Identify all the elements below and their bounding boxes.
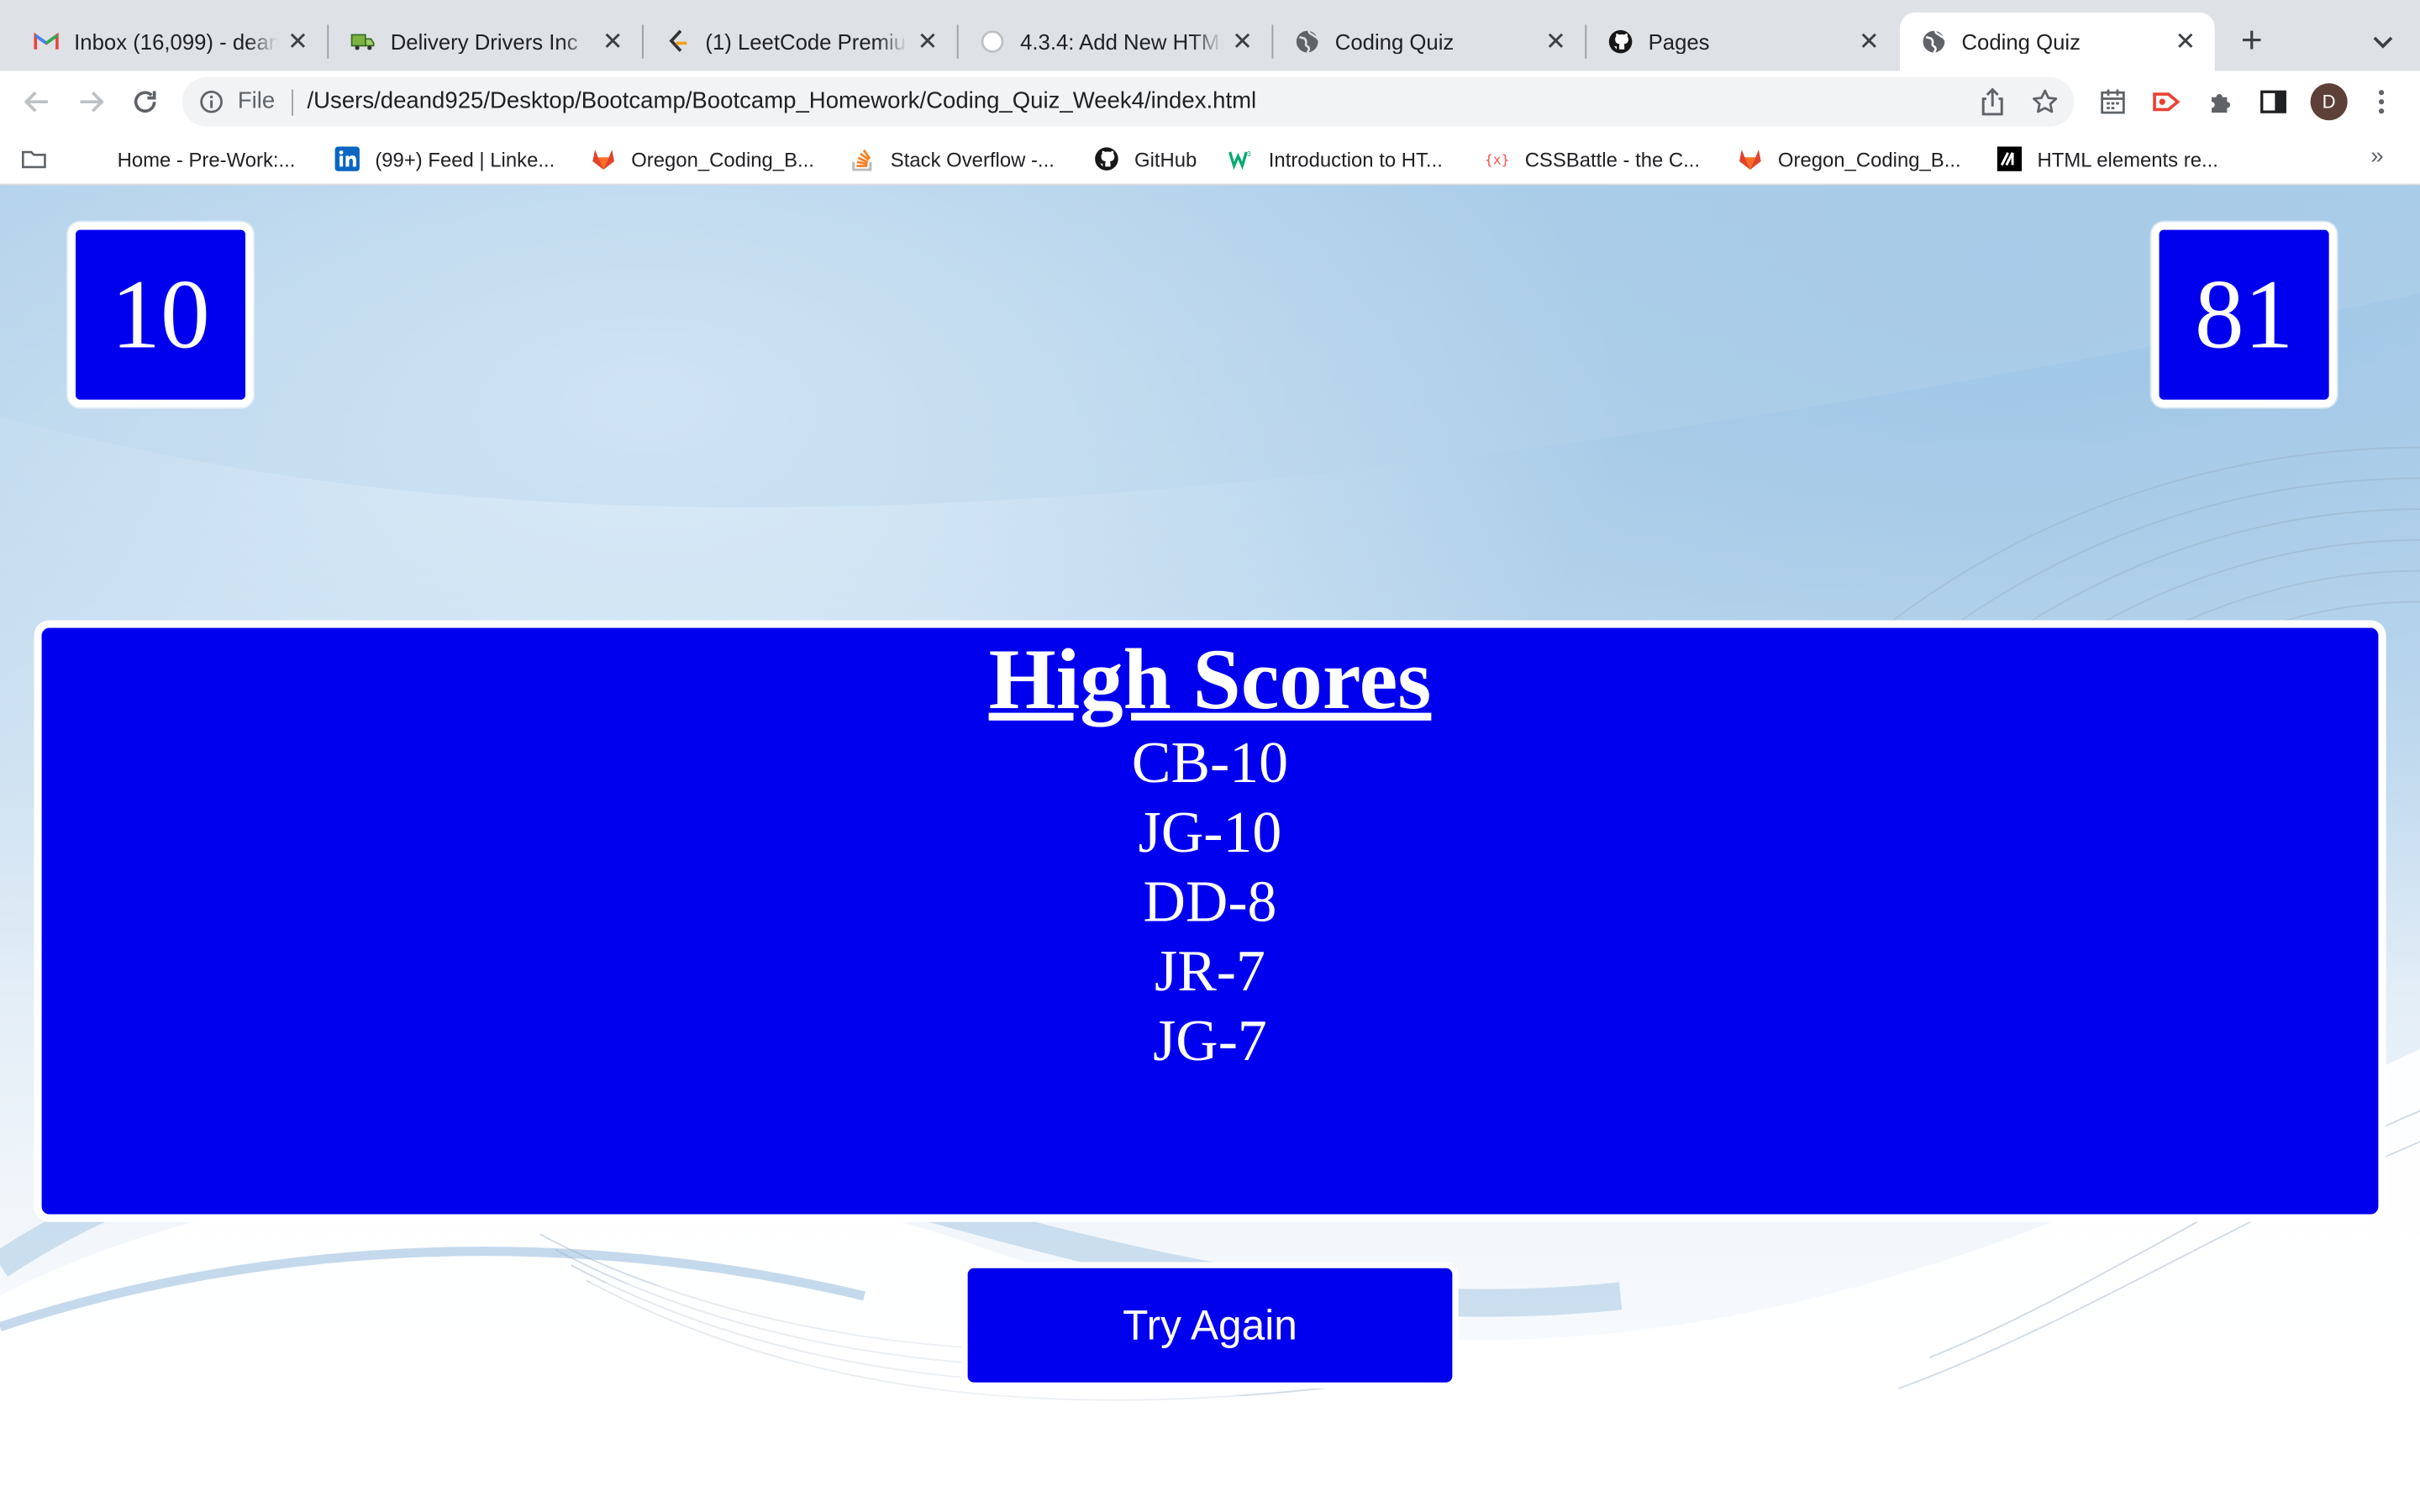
svg-text:3: 3 [1247,150,1251,158]
svg-text:{x}: {x} [1485,152,1509,168]
tab-title: Inbox (16,099) - dean [74,29,278,55]
bookmark-label: Stack Overflow -... [890,147,1055,171]
bookmarks-folder-button[interactable] [22,144,62,175]
github-icon [1608,29,1633,54]
calendar-extension-icon[interactable] [2096,85,2129,118]
bookmark-item[interactable]: GitHub [1094,144,1197,175]
bookmark-item[interactable]: 3 Introduction to HT... [1228,144,1443,175]
gmail-icon [34,29,59,54]
cssbattle-icon: {x} [1485,146,1509,171]
mdn-icon [1996,146,2023,171]
url-text[interactable]: /Users/deand925/Desktop/Bootcamp/Bootcam… [308,88,1257,114]
leetcode-icon [666,29,690,54]
bookmark-item[interactable]: Home - Pre-Work:... [118,144,296,175]
bookmark-label: Introduction to HT... [1268,147,1443,171]
bookmark-item[interactable]: Oregon_Coding_B... [1738,144,1961,175]
bookmark-item[interactable]: {x} CSSBattle - the C... [1485,144,1700,175]
globe-icon [1295,29,1319,54]
omnibox-divider [292,89,293,116]
tab-gmail[interactable]: Inbox (16,099) - dean ✕ [13,13,328,71]
close-icon[interactable]: ✕ [1855,28,1883,55]
tab-strip: Inbox (16,099) - dean ✕ Delivery Drivers… [0,0,2420,71]
score-counter: 10 [67,222,254,407]
w3schools-icon: 3 [1228,146,1253,171]
close-icon[interactable]: ✕ [599,28,627,55]
url-scheme: File [237,87,276,114]
tab-title: Coding Quiz [1334,29,1455,55]
bookmark-item[interactable]: HTML elements re... [1996,144,2218,175]
close-icon[interactable]: ✕ [284,28,312,55]
screencast-extension-icon[interactable] [2150,85,2184,118]
bookmarks-overflow-button[interactable]: » [2370,144,2383,170]
tab-coding-quiz[interactable]: Coding Quiz ✕ [1273,13,1585,71]
bookmark-label: Oregon_Coding_B... [1777,147,1961,171]
back-button[interactable] [15,81,58,123]
high-score-entry: JG-10 [1138,801,1282,866]
tab-coding-quiz-active[interactable]: Coding Quiz ✕ [1900,12,2215,71]
high-scores-list: CB-10 JG-10 DD-8 JR-7 JG-7 [42,730,2379,1077]
reload-button[interactable] [124,81,166,123]
high-score-entry: JR-7 [1155,939,1265,1005]
forward-button[interactable] [70,81,113,123]
bookmark-label: (99+) Feed | Linke... [375,147,555,171]
timer-counter: 81 [2151,222,2337,407]
close-icon[interactable]: ✕ [1228,28,1256,55]
bookmarks-bar: Home - Pre-Work:... (99+) Feed | Linke..… [0,132,2420,186]
github-icon [1094,146,1118,171]
high-score-entry: CB-10 [1131,731,1289,796]
address-bar[interactable]: File /Users/deand925/Desktop/Bootcamp/Bo… [182,76,2075,127]
bookmark-star-icon[interactable] [2028,85,2061,118]
bookmark-item[interactable]: (99+) Feed | Linke... [334,144,555,175]
high-score-entry: DD-8 [1143,869,1277,936]
gitlab-icon [591,146,615,171]
linkedin-icon [334,146,360,171]
close-icon[interactable]: ✕ [2171,28,2199,55]
close-icon[interactable]: ✕ [1542,28,1570,55]
bookmark-label: Oregon_Coding_B... [631,147,814,171]
bookmark-label: CSSBattle - the C... [1524,147,1701,171]
truck-icon [350,29,375,54]
bookmark-label: GitHub [1134,147,1197,171]
circle-icon [980,29,1004,54]
tab-title: (1) LeetCode Premium [705,29,908,55]
bookmark-item[interactable]: Oregon_Coding_B... [591,144,814,175]
high-score-entry: JG-7 [1153,1009,1267,1074]
share-icon[interactable] [1975,85,2009,118]
side-panel-icon[interactable] [2256,85,2290,118]
globe-icon [1922,29,1946,54]
info-icon[interactable] [197,88,225,116]
high-scores-panel: High Scores CB-10 JG-10 DD-8 JR-7 JG-7 [34,620,2386,1222]
folder-icon [22,146,46,171]
try-again-button[interactable]: Try Again [961,1262,1459,1389]
stackoverflow-icon [850,146,875,171]
chevron-down-icon[interactable] [2365,22,2402,62]
tab-title: Delivery Drivers Inc [390,29,578,55]
tab-title: Pages [1648,29,1710,55]
tab-pages[interactable]: Pages ✕ [1586,13,1898,71]
page-viewport: 10 81 High Scores CB-10 JG-10 DD-8 JR-7 … [0,185,2420,1512]
bookmark-item[interactable]: Stack Overflow -... [850,144,1055,175]
close-icon[interactable]: ✕ [913,28,941,55]
tab-add-new-html[interactable]: 4.3.4: Add New HTML ✕ [959,13,1272,71]
high-scores-title: High Scores [988,633,1432,728]
new-tab-button[interactable]: + [2232,20,2272,62]
tab-title: 4.3.4: Add New HTML [1020,29,1223,55]
extensions-puzzle-icon[interactable] [2204,85,2238,118]
bookmark-label: Home - Pre-Work:... [117,147,296,171]
tab-leetcode[interactable]: (1) LeetCode Premium ✕ [644,13,957,71]
bookmark-label: HTML elements re... [2037,147,2218,171]
browser-toolbar: File /Users/deand925/Desktop/Bootcamp/Bo… [0,71,2420,133]
tab-title: Coding Quiz [1961,29,2081,55]
gitlab-icon [1738,146,1762,171]
profile-avatar[interactable]: D [2310,83,2348,121]
tab-delivery-drivers[interactable]: Delivery Drivers Inc ✕ [329,13,642,71]
menu-kebab-icon[interactable] [2365,85,2398,118]
